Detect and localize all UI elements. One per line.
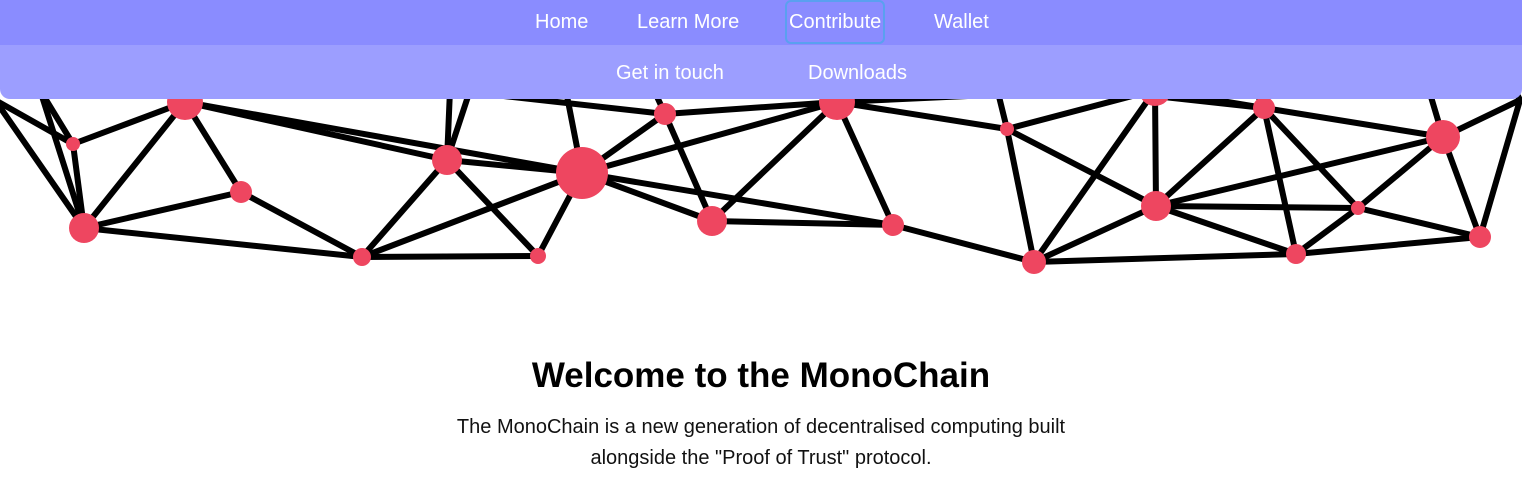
nav-contribute-link[interactable]: Contribute — [784, 0, 886, 44]
network-node — [1286, 244, 1306, 264]
network-node — [1022, 250, 1046, 274]
network-node — [654, 103, 676, 125]
network-node — [230, 181, 252, 203]
network-node — [556, 147, 608, 199]
primary-nav-bar: Home Learn More Contribute Wallet — [0, 0, 1522, 45]
network-edge — [1004, 126, 1037, 265]
hero-description: The MonoChain is a new generation of dec… — [456, 416, 1066, 469]
network-node — [1351, 201, 1365, 215]
network-edge — [1355, 205, 1483, 240]
network-edge — [1153, 203, 1299, 257]
page: Home Learn More Contribute Wallet Get in… — [0, 0, 1522, 488]
network-node — [1141, 191, 1171, 221]
nav-wallet-link[interactable]: Wallet — [934, 10, 989, 34]
network-node — [69, 213, 99, 243]
network-edge — [834, 99, 896, 228]
network-edge — [1031, 251, 1299, 265]
secondary-nav-bar: Get in touch Downloads — [0, 45, 1522, 99]
network-edge — [1477, 97, 1522, 240]
network-node — [1000, 122, 1014, 136]
network-node — [1253, 97, 1275, 119]
nav-get-in-touch-link[interactable]: Get in touch — [616, 61, 724, 85]
network-edge — [1153, 203, 1361, 211]
network-node — [432, 145, 462, 175]
network-node — [697, 206, 727, 236]
hero-section: Welcome to the MonoChain The MonoChain i… — [0, 350, 1522, 474]
network-node — [1469, 226, 1491, 248]
network-edge — [1293, 234, 1483, 257]
top-navigation: Home Learn More Contribute Wallet Get in… — [0, 0, 1522, 99]
network-node — [353, 248, 371, 266]
network-edge — [359, 253, 541, 260]
network-edge — [1152, 87, 1159, 209]
network-edge — [182, 99, 585, 176]
network-node — [530, 248, 546, 264]
network-edge — [834, 99, 1010, 132]
network-node — [66, 137, 80, 151]
network-edge — [709, 218, 896, 228]
nav-learn-more-link[interactable]: Learn More — [637, 10, 739, 34]
page-title: Welcome to the MonoChain — [531, 356, 991, 395]
nav-downloads-link[interactable]: Downloads — [808, 61, 907, 85]
network-edge — [0, 101, 87, 231]
network-node — [882, 214, 904, 236]
nav-home-link[interactable]: Home — [535, 10, 588, 34]
network-edge — [890, 222, 1037, 265]
network-node — [1426, 120, 1460, 154]
